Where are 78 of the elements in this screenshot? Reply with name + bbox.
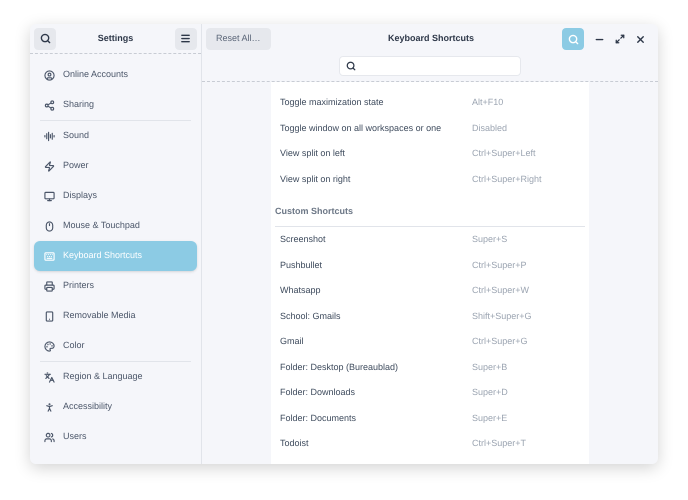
sidebar-item[interactable]: Removable Media	[34, 301, 197, 331]
shortcut-keys: Super+D	[472, 386, 508, 400]
search-button[interactable]	[34, 28, 56, 50]
shortcut-name: View split on left	[280, 147, 346, 160]
search-field[interactable]	[339, 56, 521, 76]
sidebar-item[interactable]: Region & Language	[34, 362, 197, 392]
shortcut-keys: Shift+Super+G	[472, 310, 532, 323]
printer-icon	[44, 280, 55, 292]
keyboard-icon	[44, 250, 55, 262]
shortcut-name: Toggle window on all workspaces or one	[280, 122, 442, 135]
sidebar-item[interactable]: Accessibility	[34, 392, 197, 422]
mouse-icon	[44, 220, 55, 232]
shortcut-keys: Disabled	[472, 122, 508, 135]
maximize-icon[interactable]	[615, 34, 625, 44]
search-icon	[40, 33, 50, 44]
language-icon	[44, 372, 55, 382]
shortcut-name: Folder: Documents	[280, 412, 358, 424]
reset-all-button[interactable]: Reset All…	[206, 28, 271, 50]
sidebar-item[interactable]: Displays	[34, 181, 197, 211]
shortcut-row[interactable]: School: Gmails Shift+Super+G	[271, 304, 589, 329]
shortcut-row[interactable]: Pushbullet Ctrl+Super+P	[271, 252, 589, 278]
shortcut-name: Screenshot	[280, 233, 327, 246]
shortcut-keys: Ctrl+Super+G	[472, 335, 528, 348]
monitor-icon	[44, 190, 55, 202]
palette-icon	[44, 340, 55, 352]
shortcut-name: Folder: Downloads	[280, 386, 356, 399]
sidebar-item[interactable]: Users	[34, 422, 197, 452]
shortcut-row[interactable]: View split on left Ctrl+Super+Left	[271, 141, 589, 166]
shortcut-row[interactable]: View split on right Ctrl+Super+Right	[271, 166, 589, 192]
shortcut-keys: Ctrl+Super+P	[472, 258, 527, 272]
shortcut-name: Pushbullet	[280, 258, 324, 272]
shortcut-name: School: Gmails	[280, 310, 342, 322]
shortcut-name: Folder: Desktop (Bureaublad)	[280, 360, 400, 374]
sidebar-item[interactable]: Sharing	[34, 90, 197, 120]
sidebar-item[interactable]: Mouse & Touchpad	[34, 211, 197, 241]
shortcut-keys: Alt+F10	[472, 96, 504, 110]
bolt-icon	[44, 160, 55, 172]
shortcut-name: Whatsapp	[280, 284, 322, 297]
shortcut-keys: Super+S	[472, 233, 508, 246]
search-toggle-button[interactable]	[562, 28, 584, 50]
shortcut-row[interactable]: Folder: Downloads Super+D	[271, 380, 589, 406]
person-icon	[44, 402, 55, 412]
search-icon	[346, 61, 356, 71]
shortcut-row[interactable]: Toggle window on all workspaces or one Disabled	[271, 116, 589, 141]
share-icon	[44, 100, 55, 110]
account-icon	[44, 70, 55, 80]
menu-icon	[180, 33, 192, 44]
sidebar-item[interactable]: Sound	[34, 121, 197, 151]
shortcut-row[interactable]: Gmail Ctrl+Super+G	[271, 329, 589, 354]
phone-icon	[44, 310, 55, 322]
sidebar-item[interactable]: Power	[34, 151, 197, 181]
shortcut-row[interactable]: Folder: Desktop (Bureaublad) Super+B	[271, 354, 589, 380]
shortcut-row[interactable]: Whatsapp Ctrl+Super+W	[271, 278, 589, 304]
shortcut-keys: Ctrl+Super+Right	[472, 172, 542, 186]
shortcut-keys: Super+B	[472, 360, 508, 374]
shortcut-keys: Super+E	[472, 412, 508, 425]
shortcut-keys: Ctrl+Super+T	[472, 437, 526, 450]
shortcut-row[interactable]: Folder: Documents Super+E	[271, 406, 589, 431]
shortcut-row[interactable]: Todoist Ctrl+Super+T	[271, 431, 589, 456]
users-icon	[44, 432, 55, 442]
sidebar-item[interactable]: Color	[34, 331, 197, 361]
shortcut-row[interactable]: Screenshot Super+S	[271, 227, 589, 252]
sidebar-title: Settings	[98, 32, 134, 45]
sound-bars-icon	[44, 130, 55, 142]
section-heading: Custom Shortcuts	[275, 206, 354, 216]
sidebar-item[interactable]: Printers	[34, 271, 197, 301]
menu-button[interactable]	[174, 28, 197, 50]
close-icon[interactable]	[635, 34, 646, 44]
shortcut-row[interactable]: Toggle maximization state Alt+F10	[271, 90, 589, 116]
shortcut-keys: Ctrl+Super+Left	[472, 147, 536, 160]
shortcut-name: Gmail	[280, 335, 305, 348]
sidebar-item[interactable]: Online Accounts	[34, 60, 197, 90]
window-title: Keyboard Shortcuts	[388, 32, 474, 46]
shortcut-keys: Ctrl+Super+W	[472, 284, 530, 298]
search-icon	[568, 34, 578, 44]
shortcut-name: Toggle maximization state	[280, 96, 385, 109]
shortcut-name: View split on right	[280, 172, 352, 186]
shortcut-name: Todoist	[280, 437, 310, 450]
